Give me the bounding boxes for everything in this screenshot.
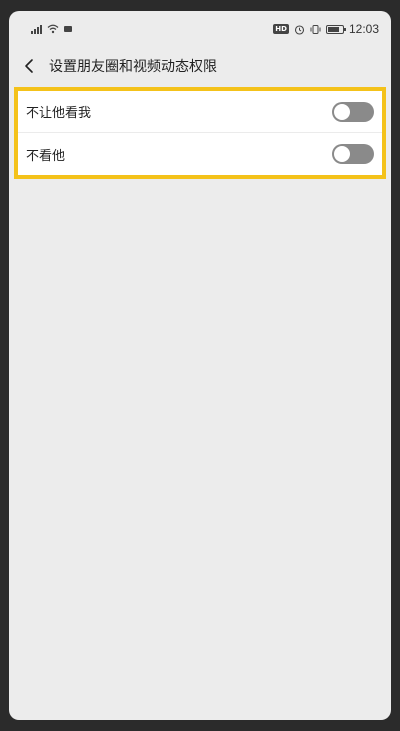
notification-icon bbox=[64, 26, 72, 32]
setting-label: 不看他 bbox=[26, 148, 66, 164]
chevron-left-icon bbox=[25, 59, 33, 73]
hd-badge: HD bbox=[273, 24, 289, 34]
toggle-knob bbox=[334, 103, 350, 120]
vibrate-icon bbox=[310, 24, 321, 34]
setting-label: 不让他看我 bbox=[26, 106, 92, 121]
hide-me-toggle[interactable] bbox=[332, 101, 374, 122]
header: 设置朋友圈和视频动态权限 bbox=[9, 49, 391, 83]
alarm-icon bbox=[294, 24, 305, 35]
settings-card: 不让他看我 不看他 bbox=[14, 87, 386, 179]
battery-icon bbox=[325, 24, 346, 34]
setting-row-hide-them: 不看他 bbox=[18, 133, 382, 175]
status-bar: HD 12:03 bbox=[9, 11, 391, 47]
battery-fill bbox=[327, 26, 339, 32]
hide-them-toggle[interactable] bbox=[332, 144, 374, 164]
status-time: 12:03 bbox=[348, 22, 379, 36]
status-right: HD 12:03 bbox=[273, 22, 379, 36]
phone-frame: HD 12:03 设置朋友圈和视频动态权限 不让他看我 不看他 bbox=[0, 0, 400, 731]
toggle-knob bbox=[334, 146, 350, 162]
status-left bbox=[31, 24, 72, 34]
back-button[interactable] bbox=[9, 49, 49, 83]
setting-row-hide-me: 不让他看我 bbox=[18, 91, 382, 133]
signal-icon bbox=[31, 24, 42, 34]
wifi-icon bbox=[47, 24, 59, 34]
screen: HD 12:03 设置朋友圈和视频动态权限 不让他看我 不看他 bbox=[9, 11, 391, 720]
page-title: 设置朋友圈和视频动态权限 bbox=[49, 59, 217, 75]
